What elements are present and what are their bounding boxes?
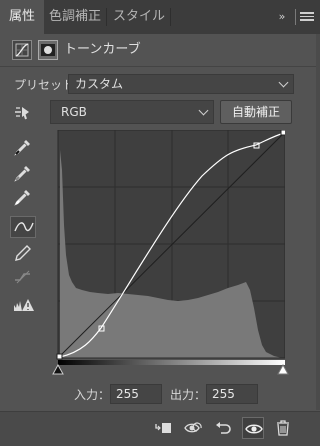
- input-label: 入力：: [74, 388, 111, 402]
- targeted-adjust-tool[interactable]: [10, 101, 36, 123]
- preset-dropdown[interactable]: カスタム: [68, 74, 294, 94]
- pencil-icon: [15, 245, 31, 261]
- panel-menu-icon[interactable]: [300, 10, 314, 24]
- smooth-curve-icon: [15, 270, 30, 284]
- white-eyedropper-icon: [14, 190, 30, 206]
- black-eyedropper-icon: [14, 140, 30, 156]
- bottom-toolbar: [0, 411, 320, 446]
- gray-point-eyedropper[interactable]: [10, 162, 36, 184]
- tab-bar: 属性 色調補正 スタイル »: [0, 0, 320, 34]
- visibility-eye-icon: [245, 424, 263, 434]
- tab-menu-divider: [295, 9, 296, 25]
- black-point-eyedropper[interactable]: [10, 136, 36, 158]
- tab-properties[interactable]: 属性: [0, 0, 44, 34]
- reset-button[interactable]: [212, 417, 234, 439]
- white-point-slider[interactable]: [277, 364, 289, 376]
- tonal-gradient-bar: [58, 360, 285, 365]
- pencil-tool[interactable]: [10, 242, 36, 264]
- input-field[interactable]: 255: [110, 384, 162, 404]
- trash-icon: [277, 420, 289, 436]
- gray-eyedropper-icon: [14, 166, 30, 182]
- clipping-warning-icon: [14, 299, 34, 311]
- panel-scrollbar[interactable]: [316, 34, 320, 410]
- layer-mask-icon[interactable]: [38, 40, 58, 60]
- channel-dropdown[interactable]: RGB: [50, 100, 214, 124]
- preset-value: カスタム: [75, 77, 124, 91]
- curve-point-tool[interactable]: [10, 216, 36, 238]
- view-previous-state-icon: [184, 422, 202, 433]
- curves-graph[interactable]: [52, 130, 285, 362]
- channel-value: RGB: [61, 105, 87, 119]
- collapse-panel-icon[interactable]: »: [274, 8, 290, 26]
- output-field[interactable]: 255: [206, 384, 258, 404]
- delete-button[interactable]: [272, 417, 294, 439]
- properties-panel: 属性 色調補正 スタイル » トーンカーブ プリセット： カスタム RGB 自動…: [0, 0, 320, 446]
- tab-adjustments[interactable]: 色調補正: [44, 0, 106, 34]
- targeted-adjust-icon: [15, 107, 29, 120]
- smooth-curve-tool[interactable]: [10, 266, 36, 288]
- curve-points-icon: [14, 222, 34, 232]
- clip-to-layer-icon: [155, 423, 171, 433]
- auto-button[interactable]: 自動補正: [220, 100, 292, 124]
- tab-styles[interactable]: スタイル: [108, 0, 170, 34]
- curves-adjustment-icon[interactable]: [12, 40, 32, 60]
- panel-title: トーンカーブ: [64, 42, 141, 57]
- chevron-down-icon: [278, 77, 289, 88]
- header-divider: [0, 66, 320, 67]
- clip-to-layer-button[interactable]: [152, 417, 174, 439]
- chevron-down-icon: [198, 105, 209, 116]
- reset-icon: [216, 422, 231, 434]
- output-label: 出力：: [170, 388, 207, 402]
- black-point-slider[interactable]: [52, 364, 64, 376]
- view-previous-state-button[interactable]: [182, 417, 204, 439]
- curve-point-black[interactable]: [56, 353, 63, 360]
- curve-point-white[interactable]: [280, 130, 285, 136]
- clipping-warning-tool[interactable]: [10, 294, 36, 316]
- tab-divider: [170, 8, 171, 26]
- visibility-toggle-button[interactable]: [242, 417, 264, 439]
- tab-divider: [106, 8, 107, 26]
- white-point-eyedropper[interactable]: [10, 186, 36, 208]
